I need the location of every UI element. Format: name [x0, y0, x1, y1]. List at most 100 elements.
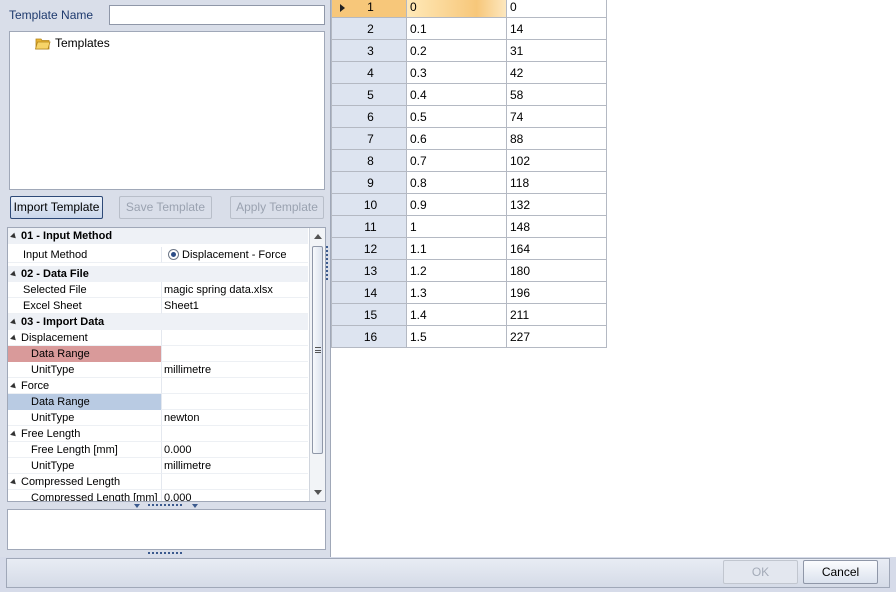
- scrollbar-thumb[interactable]: [312, 246, 323, 454]
- displacement-unit-value[interactable]: millimetre: [161, 362, 308, 378]
- grid-cell-force[interactable]: 164: [506, 237, 607, 260]
- row-header[interactable]: 13: [331, 259, 407, 282]
- row-header[interactable]: 12: [331, 237, 407, 260]
- row-header[interactable]: 2: [331, 17, 407, 40]
- collapse-icon[interactable]: [10, 270, 18, 278]
- import-template-button[interactable]: Import Template: [10, 196, 103, 219]
- grid-cell-force[interactable]: 42: [506, 61, 607, 84]
- scroll-down-icon[interactable]: [314, 490, 322, 495]
- prop-free-length-unit[interactable]: UnitType millimetre: [8, 458, 308, 474]
- cancel-button[interactable]: Cancel: [803, 560, 878, 584]
- force-data-range-value[interactable]: [161, 394, 308, 410]
- grid-row[interactable]: 7 0.6 88: [331, 127, 607, 150]
- force-unit-value[interactable]: newton: [161, 410, 308, 426]
- row-header[interactable]: 1: [331, 0, 407, 18]
- grid-cell-displacement[interactable]: 0.4: [406, 83, 507, 106]
- save-template-button[interactable]: Save Template: [119, 196, 212, 219]
- property-grid[interactable]: 01 - Input Method Input Method Displacem…: [7, 227, 326, 502]
- grid-cell-force[interactable]: 102: [506, 149, 607, 172]
- grid-cell-displacement[interactable]: 0.9: [406, 193, 507, 216]
- grid-row[interactable]: 9 0.8 118: [331, 171, 607, 194]
- grid-row[interactable]: 15 1.4 211: [331, 303, 607, 326]
- grid-row[interactable]: 16 1.5 227: [331, 325, 607, 348]
- prop-displacement-unit[interactable]: UnitType millimetre: [8, 362, 308, 378]
- row-header[interactable]: 9: [331, 171, 407, 194]
- row-header[interactable]: 7: [331, 127, 407, 150]
- grid-row[interactable]: 11 1 148: [331, 215, 607, 238]
- collapse-icon[interactable]: [10, 334, 18, 342]
- row-header[interactable]: 6: [331, 105, 407, 128]
- template-name-input[interactable]: [109, 5, 325, 25]
- free-length-unit-value[interactable]: millimetre: [161, 458, 308, 474]
- grid-cell-displacement[interactable]: 1.5: [406, 325, 507, 348]
- collapse-icon[interactable]: [10, 232, 18, 240]
- collapse-icon[interactable]: [10, 430, 18, 438]
- grid-cell-force[interactable]: 14: [506, 17, 607, 40]
- grid-cell-displacement[interactable]: 0.3: [406, 61, 507, 84]
- prop-selected-file[interactable]: Selected File magic spring data.xlsx: [8, 282, 308, 298]
- row-header[interactable]: 4: [331, 61, 407, 84]
- group-free-length[interactable]: Free Length: [8, 426, 308, 442]
- prop-compressed-length[interactable]: Compressed Length [mm] 0.000: [8, 490, 308, 501]
- displacement-data-range-value[interactable]: [161, 346, 308, 362]
- row-header[interactable]: 11: [331, 215, 407, 238]
- prop-force-unit[interactable]: UnitType newton: [8, 410, 308, 426]
- pane-splitter[interactable]: [326, 246, 328, 280]
- collapse-icon[interactable]: [10, 478, 18, 486]
- grid-row[interactable]: 3 0.2 31: [331, 39, 607, 62]
- row-header[interactable]: 5: [331, 83, 407, 106]
- prop-force-data-range[interactable]: Data Range: [8, 394, 308, 410]
- ok-button[interactable]: OK: [723, 560, 798, 584]
- grid-cell-displacement[interactable]: 1.3: [406, 281, 507, 304]
- group-compressed-length[interactable]: Compressed Length: [8, 474, 308, 490]
- category-input-method[interactable]: 01 - Input Method: [8, 228, 308, 244]
- grid-row[interactable]: 1 00: [331, 0, 607, 18]
- grid-cell-displacement[interactable]: 0.1: [406, 17, 507, 40]
- grid-cell-displacement[interactable]: 1.2: [406, 259, 507, 282]
- collapse-icon[interactable]: [10, 318, 18, 326]
- grid-cell-displacement[interactable]: 1.4: [406, 303, 507, 326]
- grid-cell-displacement[interactable]: 1.1: [406, 237, 507, 260]
- grid-cell-force[interactable]: 118: [506, 171, 607, 194]
- excel-sheet-value[interactable]: Sheet1: [161, 298, 308, 314]
- bottom-splitter[interactable]: [148, 552, 182, 554]
- grid-cell-force[interactable]: 211: [506, 303, 607, 326]
- selected-file-value[interactable]: magic spring data.xlsx: [161, 282, 308, 298]
- row-header[interactable]: 3: [331, 39, 407, 62]
- collapse-icon[interactable]: [10, 382, 18, 390]
- tree-node-templates[interactable]: Templates: [34, 36, 110, 50]
- grid-cell-displacement[interactable]: 0.2: [406, 39, 507, 62]
- apply-template-button[interactable]: Apply Template: [230, 196, 324, 219]
- row-header[interactable]: 8: [331, 149, 407, 172]
- grid-cell-displacement[interactable]: 0.8: [406, 171, 507, 194]
- scroll-up-icon[interactable]: [314, 234, 322, 239]
- property-splitter[interactable]: [148, 504, 182, 506]
- grid-cell-displacement[interactable]: 0.6: [406, 127, 507, 150]
- grid-row[interactable]: 5 0.4 58: [331, 83, 607, 106]
- group-force[interactable]: Force: [8, 378, 308, 394]
- free-length-value[interactable]: 0.000: [161, 442, 308, 458]
- row-header[interactable]: 16: [331, 325, 407, 348]
- grid-row[interactable]: 2 0.1 14: [331, 17, 607, 40]
- row-header[interactable]: 14: [331, 281, 407, 304]
- row-header[interactable]: 10: [331, 193, 407, 216]
- grid-cell-force[interactable]: 74: [506, 105, 607, 128]
- data-grid[interactable]: 1 0 0 2 0.1 14 3 0.2 31 4 0.3 42 5 0.4 58 6 0.5 74 7 0.6 88 8…: [331, 0, 607, 348]
- grid-cell-force[interactable]: 180: [506, 259, 607, 282]
- grid-cell-displacement[interactable]: 0: [406, 0, 507, 18]
- prop-displacement-data-range[interactable]: Data Range: [8, 346, 308, 362]
- category-data-file[interactable]: 02 - Data File: [8, 266, 308, 282]
- prop-free-length[interactable]: Free Length [mm] 0.000: [8, 442, 308, 458]
- grid-cell-force[interactable]: 0: [506, 0, 607, 18]
- property-grid-scrollbar[interactable]: [309, 228, 325, 501]
- grid-cell-displacement[interactable]: 0.7: [406, 149, 507, 172]
- grid-cell-displacement[interactable]: 0.5: [406, 105, 507, 128]
- grid-cell-force[interactable]: 132: [506, 193, 607, 216]
- grid-row[interactable]: 10 0.9 132: [331, 193, 607, 216]
- grid-cell-force[interactable]: 227: [506, 325, 607, 348]
- grid-cell-force[interactable]: 31: [506, 39, 607, 62]
- grid-cell-force[interactable]: 88: [506, 127, 607, 150]
- template-tree[interactable]: Templates: [9, 31, 325, 190]
- prop-excel-sheet[interactable]: Excel Sheet Sheet1: [8, 298, 308, 314]
- radio-selected-icon[interactable]: [168, 249, 179, 260]
